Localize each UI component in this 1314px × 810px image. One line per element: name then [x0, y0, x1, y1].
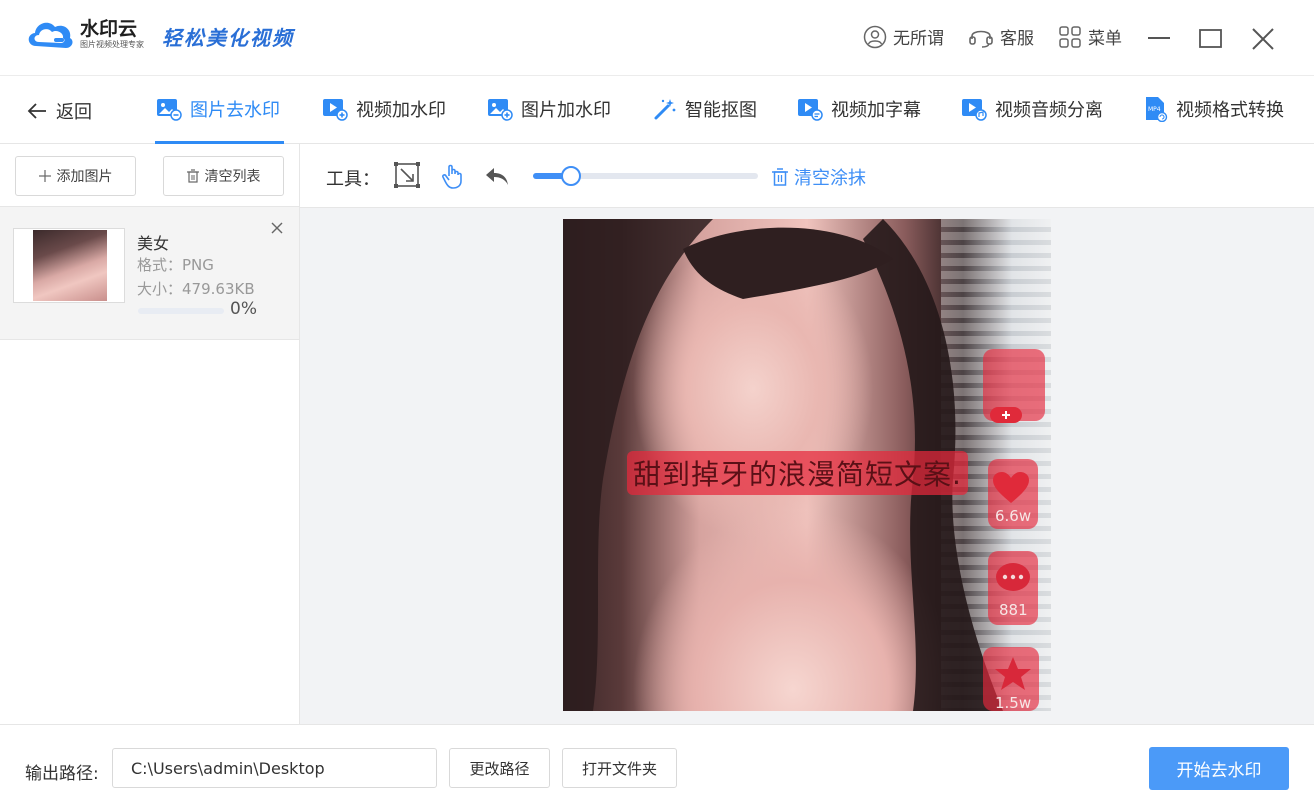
user-account-button[interactable]: 无所谓	[863, 24, 944, 49]
progress-text: 0%	[230, 299, 257, 319]
tab-video-audio-separate[interactable]: 视频音频分离	[961, 96, 1103, 122]
tab-label: 视频格式转换	[1176, 100, 1284, 121]
tab-video-add-subtitle[interactable]: 视频加字幕	[797, 96, 921, 122]
maximize-icon[interactable]	[1198, 26, 1224, 52]
tools-label: 工具：	[326, 169, 380, 190]
add-image-label: 添加图片	[56, 169, 113, 185]
thumbnail-image	[33, 230, 107, 301]
app-subtitle: 图片视频处理专家	[80, 40, 144, 49]
hand-pan-icon[interactable]	[440, 162, 466, 190]
comment-bubble-icon	[996, 563, 1030, 591]
tab-label: 智能抠图	[685, 100, 757, 121]
brush-size-slider[interactable]	[533, 166, 758, 186]
file-list-item[interactable]: 美女 格式：PNG 大小：479.63KB 0%	[0, 207, 299, 340]
file-format: 格式：PNG	[137, 256, 214, 274]
file-name: 美女	[137, 234, 170, 253]
menu-button[interactable]: 菜单	[1058, 24, 1122, 49]
minimize-icon[interactable]	[1146, 26, 1172, 52]
back-label: 返回	[56, 102, 92, 123]
change-path-button[interactable]: 更改路径	[449, 748, 550, 788]
remove-file-icon[interactable]	[270, 221, 284, 235]
file-list-panel: 添加图片 清空列表 美女 格式：PNG 大小：479.63KB 0%	[0, 144, 300, 724]
tab-label: 视频加字幕	[831, 100, 921, 121]
watermark-caption-mask: 甜到掉牙的浪漫简短文案.	[627, 451, 968, 495]
editing-canvas[interactable]: 甜到掉牙的浪漫简短文案. 6.6w 881 1.5w	[300, 208, 1314, 724]
heart-icon	[993, 472, 1029, 503]
clear-smear-button[interactable]: 清空涂抹	[772, 164, 866, 190]
service-label: 客服	[1000, 29, 1034, 49]
add-image-button[interactable]: 添加图片	[15, 156, 136, 196]
comment-count: 881	[999, 601, 1028, 619]
file-size: 大小：479.63KB	[137, 280, 255, 298]
app-slogan: 轻松美化视频	[162, 26, 294, 50]
svg-text:MP4: MP4	[1148, 106, 1161, 113]
image-remove-icon	[157, 99, 182, 121]
tab-image-remove-watermark[interactable]: 图片去水印	[156, 96, 280, 122]
video-add-icon	[323, 99, 348, 121]
video-subtitle-icon	[798, 99, 823, 121]
undo-icon[interactable]	[484, 166, 510, 188]
user-icon	[863, 25, 887, 48]
feature-nav: 返回 图片去水印 视频加水印 图片加水印 智能抠图 视频加字幕 视频音频分离 M…	[0, 76, 1314, 144]
output-bar: 输出路径: C:\Users\admin\Desktop 更改路径 打开文件夹 …	[0, 724, 1314, 810]
like-count: 6.6w	[995, 507, 1032, 525]
clear-list-button[interactable]: 清空列表	[163, 156, 284, 196]
clear-list-label: 清空列表	[204, 169, 261, 185]
trash-icon	[772, 168, 788, 186]
image-add-icon	[488, 99, 513, 121]
tab-video-add-watermark[interactable]: 视频加水印	[322, 96, 446, 122]
tab-label: 图片去水印	[190, 100, 280, 121]
magic-wand-icon	[654, 99, 676, 120]
resize-fit-icon[interactable]	[394, 162, 420, 188]
progress-bar	[138, 308, 224, 314]
tab-label: 图片加水印	[521, 100, 611, 121]
open-folder-button[interactable]: 打开文件夹	[562, 748, 677, 788]
tab-video-format-convert[interactable]: MP4 视频格式转换	[1144, 96, 1284, 122]
tab-image-add-watermark[interactable]: 图片加水印	[487, 96, 611, 122]
cloud-logo-icon	[28, 22, 73, 48]
star-count: 1.5w	[995, 694, 1032, 711]
title-bar: 水印云 图片视频处理专家 轻松美化视频 无所谓 客服 菜单	[0, 0, 1314, 76]
tab-smart-cutout[interactable]: 智能抠图	[653, 96, 757, 122]
photo-preview[interactable]: 甜到掉牙的浪漫简短文案. 6.6w 881 1.5w	[563, 219, 1051, 711]
trash-icon	[186, 169, 199, 183]
user-name: 无所谓	[893, 29, 944, 49]
tab-label: 视频音频分离	[995, 100, 1103, 121]
menu-label: 菜单	[1088, 29, 1122, 49]
output-path-label: 输出路径:	[25, 764, 99, 784]
back-button[interactable]: 返回	[26, 98, 92, 124]
app-name: 水印云	[80, 18, 138, 40]
arrow-left-icon	[27, 103, 46, 119]
customer-service-button[interactable]: 客服	[968, 24, 1034, 49]
clear-smear-label: 清空涂抹	[794, 168, 866, 189]
video-audio-icon	[962, 99, 987, 121]
tool-bar: 工具： 清空涂抹	[300, 144, 1314, 208]
file-thumbnail	[13, 228, 125, 303]
start-remove-watermark-button[interactable]: 开始去水印	[1149, 747, 1289, 790]
star-icon	[995, 657, 1031, 690]
grid-menu-icon	[1059, 25, 1081, 48]
close-icon[interactable]	[1250, 26, 1276, 52]
plus-icon	[38, 170, 51, 182]
follow-plus-icon	[990, 407, 1022, 423]
output-path-field[interactable]: C:\Users\admin\Desktop	[112, 748, 437, 788]
mp4-file-icon: MP4	[1146, 97, 1168, 122]
app-logo: 水印云 图片视频处理专家	[24, 14, 144, 54]
headset-icon	[969, 30, 993, 48]
slider-knob[interactable]	[561, 166, 581, 186]
tab-label: 视频加水印	[356, 100, 446, 121]
